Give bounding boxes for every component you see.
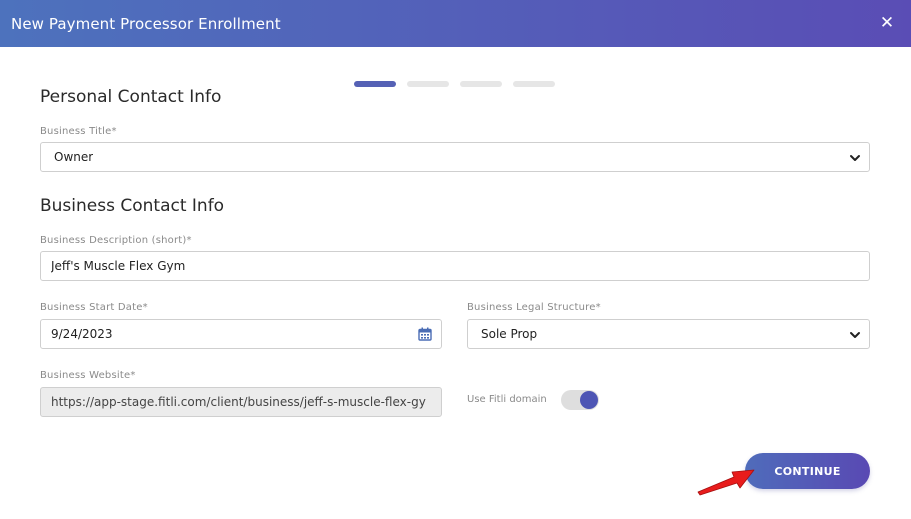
red-pointer-arrow-icon bbox=[697, 469, 755, 496]
business-title-value: Owner bbox=[54, 150, 94, 164]
progress-stepper bbox=[354, 81, 566, 87]
business-description-label: Business Description (short)* bbox=[40, 235, 192, 246]
continue-button[interactable]: CONTINUE bbox=[745, 453, 870, 489]
business-start-date-input[interactable]: 9/24/2023 bbox=[40, 319, 442, 349]
business-website-value: https://app-stage.fitli.com/client/busin… bbox=[51, 395, 426, 409]
calendar-icon[interactable] bbox=[418, 327, 432, 341]
step-indicator-1 bbox=[354, 81, 396, 87]
business-legal-structure-label: Business Legal Structure* bbox=[467, 302, 601, 313]
toggle-knob bbox=[580, 391, 598, 409]
business-title-select[interactable]: Owner bbox=[40, 142, 870, 172]
chevron-down-icon bbox=[850, 155, 860, 161]
personal-contact-info-heading: Personal Contact Info bbox=[40, 87, 222, 107]
modal-title: New Payment Processor Enrollment bbox=[11, 14, 281, 33]
step-indicator-3 bbox=[460, 81, 502, 87]
business-description-value: Jeff's Muscle Flex Gym bbox=[51, 259, 186, 273]
business-contact-info-heading: Business Contact Info bbox=[40, 196, 225, 216]
business-legal-structure-value: Sole Prop bbox=[481, 327, 538, 341]
business-title-label: Business Title* bbox=[40, 126, 117, 137]
business-website-label: Business Website* bbox=[40, 370, 136, 381]
business-legal-structure-select[interactable]: Sole Prop bbox=[467, 319, 870, 349]
business-start-date-value: 9/24/2023 bbox=[51, 327, 113, 341]
business-description-input[interactable]: Jeff's Muscle Flex Gym bbox=[40, 251, 870, 281]
use-fitli-domain-label: Use Fitli domain bbox=[467, 394, 547, 405]
step-indicator-4 bbox=[513, 81, 555, 87]
modal-header: New Payment Processor Enrollment ✕ bbox=[0, 0, 911, 47]
use-fitli-domain-toggle[interactable] bbox=[561, 390, 599, 410]
step-indicator-2 bbox=[407, 81, 449, 87]
business-website-input[interactable]: https://app-stage.fitli.com/client/busin… bbox=[40, 387, 442, 417]
chevron-down-icon bbox=[850, 332, 860, 338]
close-icon[interactable]: ✕ bbox=[879, 12, 895, 34]
business-start-date-label: Business Start Date* bbox=[40, 302, 148, 313]
